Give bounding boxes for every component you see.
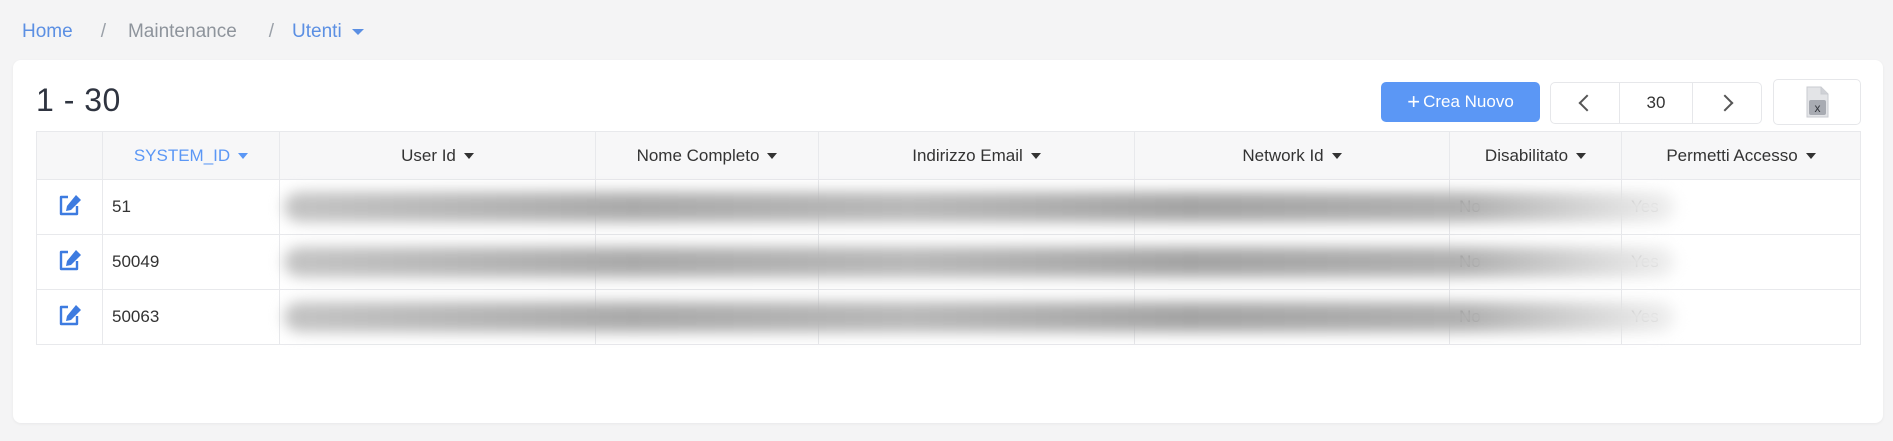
users-table: SYSTEM_ID User Id Nome Completo Indirizz… [36,131,1861,345]
breadcrumb-current-dropdown[interactable]: Utenti [292,21,364,43]
plus-icon: + [1407,89,1421,114]
system-id-cell: 51 [102,179,280,235]
column-header-system-id[interactable]: SYSTEM_ID [102,131,280,180]
chevron-left-icon [1578,94,1596,112]
caret-down-icon [238,153,249,160]
edit-cell [36,179,103,235]
export-icon-letter: x [1815,101,1821,115]
column-header-label: Permetti Accesso [1666,145,1798,165]
edit-icon[interactable] [57,248,83,272]
column-header-user-id[interactable]: User Id [279,131,596,180]
permetti-accesso-cell: Yes [1621,289,1861,345]
column-header-label: Indirizzo Email [912,145,1023,165]
network-id-cell [1134,179,1450,235]
caret-down-icon [1576,153,1587,160]
network-id-cell [1134,289,1450,345]
record-range: 1 - 30 [36,82,121,118]
column-header-permetti-accesso[interactable]: Permetti Accesso [1621,131,1861,180]
system-id-cell: 50063 [102,289,280,345]
create-new-label: Crea Nuovo [1423,92,1514,111]
table-row: 50063 No Yes [36,289,1861,345]
caret-down-icon [351,29,364,35]
breadcrumb-separator: / [100,21,106,42]
column-header-label: Nome Completo [636,145,760,165]
breadcrumb: Home / Maintenance / Utenti [22,20,364,44]
next-page-button[interactable] [1693,83,1761,123]
edit-column-header [36,131,103,180]
table-row: 51 No Yes [36,179,1861,235]
edit-icon[interactable] [57,193,83,217]
breadcrumb-maintenance: Maintenance [127,21,237,42]
network-id-cell [1134,234,1450,290]
column-header-nome-completo[interactable]: Nome Completo [595,131,819,180]
excel-export-icon: x [1806,86,1829,118]
export-excel-button[interactable]: x [1773,79,1861,125]
edit-icon[interactable] [57,303,83,327]
breadcrumb-current-label: Utenti [292,21,342,42]
indirizzo-email-cell [818,289,1135,345]
create-new-button[interactable]: + Crea Nuovo [1381,82,1540,122]
disabilitato-cell: No [1449,234,1622,290]
breadcrumb-separator: / [268,21,275,42]
nome-completo-cell [595,289,819,345]
caret-down-icon [767,153,778,160]
edit-cell [36,234,103,290]
permetti-accesso-cell: Yes [1621,179,1861,235]
nome-completo-cell [595,179,819,235]
disabilitato-cell: No [1449,289,1622,345]
column-header-label: Disabilitato [1484,145,1569,165]
caret-down-icon [463,153,474,160]
page-size-field[interactable]: 30 [1619,83,1693,123]
pagination: 30 [1550,82,1762,124]
column-header-label: Network Id [1242,145,1324,165]
column-header-network-id[interactable]: Network Id [1134,131,1450,180]
system-id-cell: 50049 [102,234,280,290]
redacted-cell [279,289,1675,345]
column-header-disabilitato[interactable]: Disabilitato [1449,131,1622,180]
column-header-label: SYSTEM_ID [133,145,231,165]
indirizzo-email-cell [818,179,1135,235]
edit-cell [36,289,103,345]
permetti-accesso-cell: Yes [1621,234,1861,290]
indirizzo-email-cell [818,234,1135,290]
table-header-row: SYSTEM_ID User Id Nome Completo Indirizz… [36,131,1861,180]
column-header-indirizzo-email[interactable]: Indirizzo Email [818,131,1135,180]
caret-down-icon [1331,153,1342,160]
caret-down-icon [1805,153,1816,160]
chevron-right-icon [1716,94,1734,112]
redacted-cell [279,179,1675,235]
breadcrumb-home-link[interactable]: Home [22,21,73,43]
disabilitato-cell: No [1449,179,1622,235]
users-list-card: 1 - 30 + Crea Nuovo 30 x SYSTEM_ID User … [13,60,1883,423]
column-header-label: User Id [401,145,456,165]
table-row: 50049 No Yes [36,234,1861,290]
nome-completo-cell [595,234,819,290]
redacted-cell [279,234,1675,290]
previous-page-button[interactable] [1551,83,1619,123]
caret-down-icon [1030,153,1041,160]
